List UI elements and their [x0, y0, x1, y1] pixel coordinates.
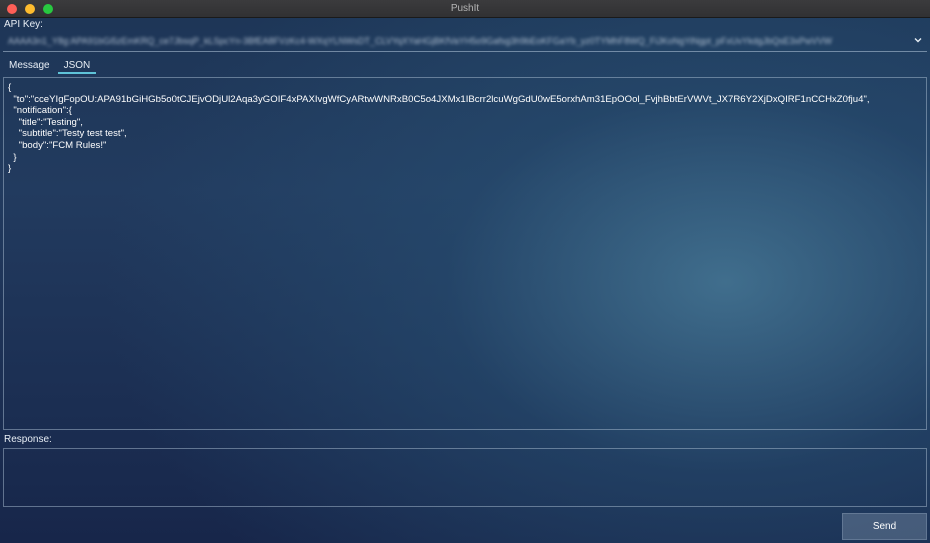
- chevron-down-icon[interactable]: [912, 35, 924, 47]
- api-key-label: API Key:: [4, 19, 43, 30]
- response-label: Response:: [4, 434, 52, 445]
- json-editor[interactable]: { "to":"cceYIgFopOU:APA91bGiHGb5o0tCJEjv…: [3, 77, 927, 430]
- title-bar: PushIt: [0, 0, 930, 18]
- api-key-combobox[interactable]: AAAA3n1_Y8g:APA91bGi5zEmKRQ_ce7JbsqP_kLS…: [3, 32, 927, 52]
- pushit-window: PushIt API Key: AAAA3n1_Y8g:APA91bGi5zEm…: [0, 0, 930, 543]
- tab-message[interactable]: Message: [3, 58, 56, 74]
- api-key-value[interactable]: AAAA3n1_Y8g:APA91bGi5zEmKRQ_ce7JbsqP_kLS…: [8, 36, 903, 46]
- send-button[interactable]: Send: [842, 513, 927, 540]
- response-output[interactable]: [3, 448, 927, 507]
- tab-bar: Message JSON: [3, 58, 97, 74]
- window-title: PushIt: [450, 3, 480, 14]
- tab-json[interactable]: JSON: [57, 58, 97, 74]
